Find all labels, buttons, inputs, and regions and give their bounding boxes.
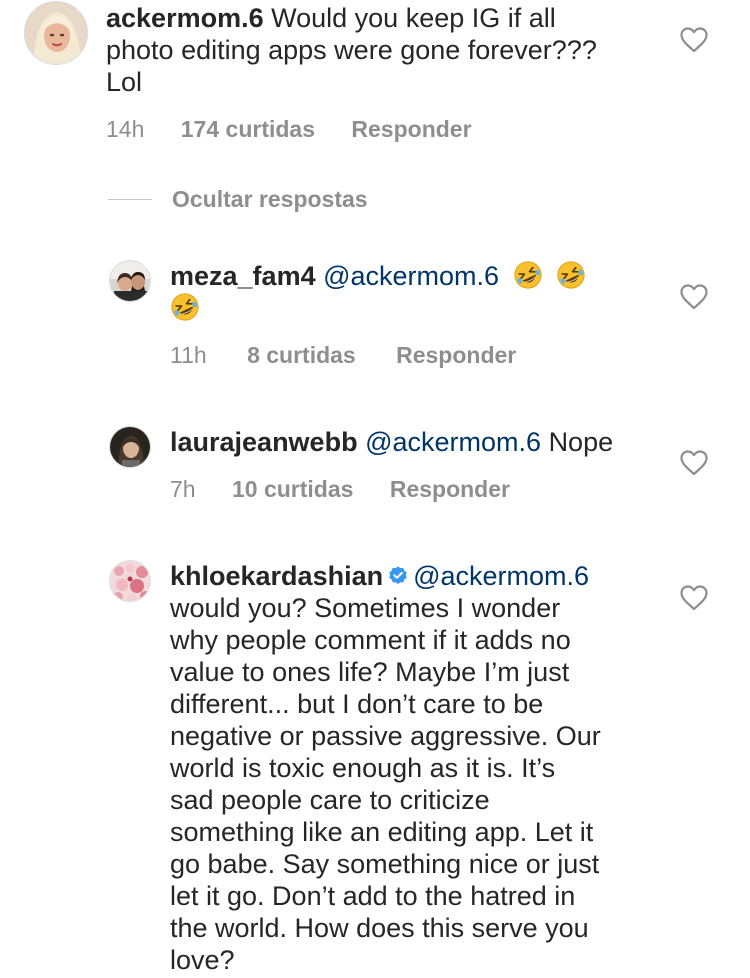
comment-body-line: would you? Sometimes I wonder <box>170 593 561 623</box>
comment-khloekardashian: khloekardashian @ackermom.6 would you? S… <box>0 558 750 978</box>
mention-link[interactable]: @ackermom.6 <box>413 561 589 591</box>
comment-body-line: negative or passive aggressive. Our <box>170 721 601 751</box>
comment-body-line-1: Would you keep IG if all <box>271 3 556 33</box>
comment-username[interactable]: laurajeanwebb <box>170 427 358 457</box>
hide-replies-button[interactable]: Ocultar respostas <box>108 186 368 213</box>
divider-line <box>108 199 152 200</box>
comment-body-line-2: photo editing apps were gone forever??? <box>106 35 597 65</box>
reply-button[interactable]: Responder <box>390 476 510 503</box>
comment-body: Nope <box>548 427 614 457</box>
comment-text: khloekardashian @ackermom.6 would you? S… <box>170 560 670 976</box>
verified-badge-icon <box>389 566 407 584</box>
hide-replies-label: Ocultar respostas <box>172 186 368 212</box>
likes-count-link[interactable]: 10 curtidas <box>232 476 353 503</box>
comment-meta: 14h 174 curtidas Responder <box>106 116 472 143</box>
comment-body-line: go babe. Say something nice or just <box>170 849 600 879</box>
comment-body-line: let it go. Don’t add to the hatred in <box>170 881 576 911</box>
comment-text: laurajeanwebb @ackermom.6 Nope <box>170 426 670 458</box>
mention-link[interactable]: @ackermom.6 <box>323 261 499 291</box>
comment-ackermom: ackermom.6 Would you keep IG if all phot… <box>0 0 750 170</box>
comment-body-line: something like an editing app. Let it <box>170 817 594 847</box>
likes-count-link[interactable]: 8 curtidas <box>247 342 356 369</box>
comment-username[interactable]: ackermom.6 <box>106 3 264 33</box>
avatar[interactable] <box>109 260 151 302</box>
likes-count-link[interactable]: 174 curtidas <box>181 116 315 143</box>
reply-button[interactable]: Responder <box>396 342 516 369</box>
comment-timestamp: 11h <box>170 342 207 368</box>
heart-icon[interactable] <box>680 27 708 53</box>
comment-meta: 11h 8 curtidas Responder <box>170 342 516 369</box>
comment-username[interactable]: meza_fam4 <box>170 261 316 291</box>
comment-meta: 7h 10 curtidas Responder <box>170 476 510 503</box>
reply-button[interactable]: Responder <box>351 116 471 143</box>
comment-meza-fam4: meza_fam4 @ackermom.6 11h 8 curtidas Res… <box>0 258 750 378</box>
comment-text: meza_fam4 @ackermom.6 <box>170 260 640 324</box>
comment-body-line: love? <box>170 945 235 975</box>
comment-body-line: value to ones life? Maybe I’m just <box>170 657 570 687</box>
comment-body-line: sad people care to criticize <box>170 785 490 815</box>
comment-body-line: world is toxic enough as it is. It’s <box>170 753 556 783</box>
avatar[interactable] <box>24 1 88 65</box>
heart-icon[interactable] <box>680 450 708 476</box>
comment-body-line: different... but I don’t care to be <box>170 689 544 719</box>
comment-timestamp: 7h <box>170 476 196 502</box>
comment-body-line-3: Lol <box>106 67 143 97</box>
comment-laurajeanwebb: laurajeanwebb @ackermom.6 Nope 7h 10 cur… <box>0 424 750 524</box>
heart-icon[interactable] <box>680 585 708 611</box>
comment-body-line: why people comment if it adds no <box>170 625 571 655</box>
mention-link[interactable]: @ackermom.6 <box>365 427 541 457</box>
comment-body-line: the world. How does this serve you <box>170 913 589 943</box>
heart-icon[interactable] <box>680 284 708 310</box>
avatar[interactable] <box>109 560 151 602</box>
comment-text: ackermom.6 Would you keep IG if all phot… <box>106 2 666 98</box>
rofl-emoji-icon <box>513 260 543 290</box>
rofl-emoji-icon <box>170 292 200 322</box>
rofl-emoji-icon <box>556 260 586 290</box>
comment-timestamp: 14h <box>106 116 145 142</box>
comment-username[interactable]: khloekardashian <box>170 561 383 591</box>
avatar[interactable] <box>109 426 151 468</box>
